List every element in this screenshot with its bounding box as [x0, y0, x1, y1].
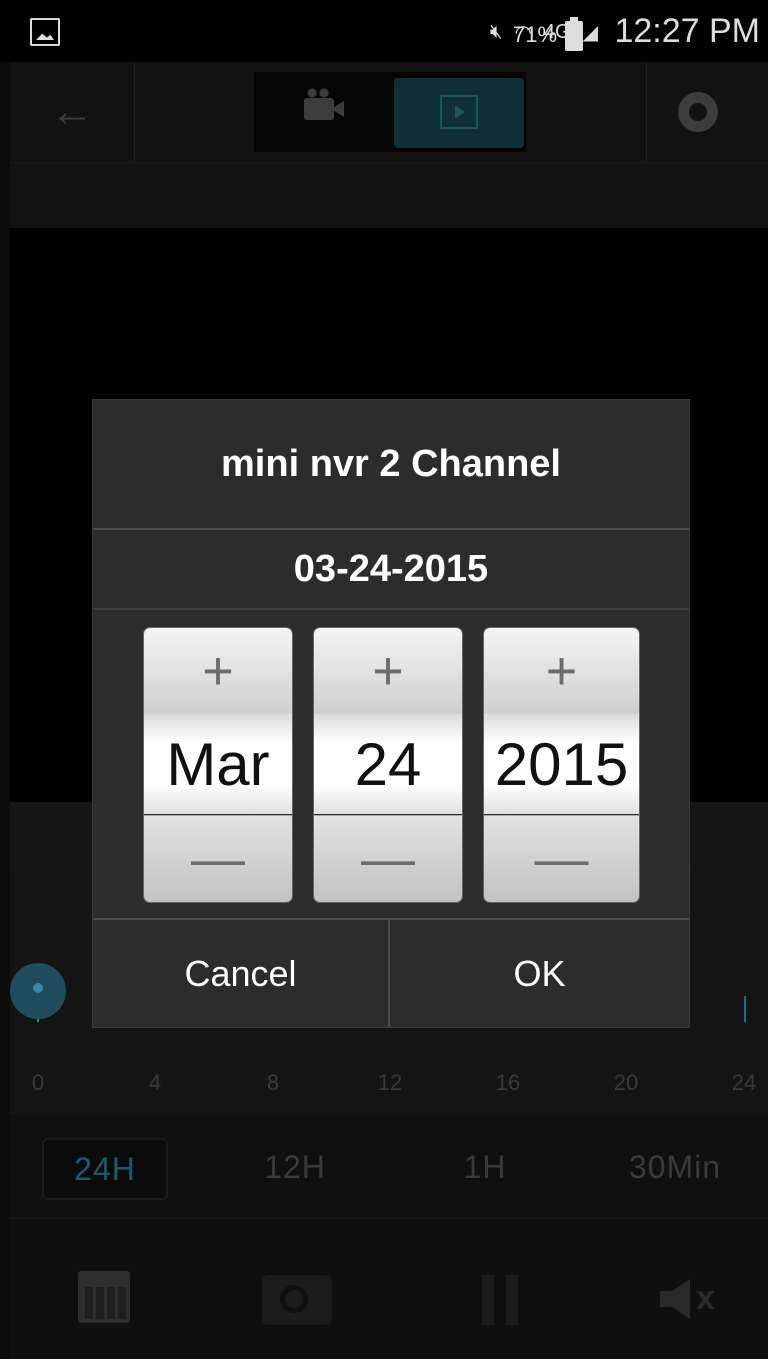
pause-icon[interactable] — [480, 1275, 520, 1325]
live-view-tab[interactable] — [254, 72, 390, 152]
hour-label: 24 — [731, 1070, 757, 1095]
mute-status-icon: 🔇︎ — [489, 20, 503, 43]
timeline-hour-labels: 0 4 8 12 16 20 24 — [10, 1070, 768, 1100]
hour-label: 0 — [31, 1070, 45, 1095]
date-picker-dialog: mini nvr 2 Channel 03-24-2015 + Mar — + … — [93, 400, 689, 1027]
day-increment-button[interactable]: + — [314, 628, 462, 715]
hour-label: 16 — [495, 1070, 521, 1095]
calendar-icon[interactable] — [78, 1271, 130, 1323]
playback-tab[interactable] — [394, 78, 524, 148]
dialog-button-row: Cancel OK — [93, 918, 689, 1027]
time-range-bar: 24H 12H 1H 30Min — [10, 1114, 768, 1219]
year-picker: + 2015 — — [484, 628, 639, 902]
ok-button[interactable]: OK — [391, 920, 688, 1027]
range-30min-button[interactable]: 30Min — [600, 1138, 750, 1196]
hour-label: 12 — [377, 1070, 403, 1095]
mute-icon[interactable]: x — [660, 1271, 724, 1327]
year-decrement-button[interactable]: — — [484, 815, 639, 902]
month-decrement-button[interactable]: — — [144, 815, 292, 902]
month-increment-button[interactable]: + — [144, 628, 292, 715]
hour-label: 20 — [613, 1070, 639, 1095]
year-value[interactable]: 2015 — [484, 714, 639, 814]
month-value[interactable]: Mar — [144, 714, 292, 814]
toolbar-divider — [134, 62, 135, 162]
gallery-notification-icon — [30, 18, 60, 46]
status-bar: 🔇︎ ◠ 4G ◢ 71% 12:27 PM — [0, 0, 768, 62]
clock: 12:27 PM — [614, 12, 760, 50]
film-playback-icon — [440, 95, 478, 129]
channel-bar — [10, 163, 768, 228]
day-picker: + 24 — — [314, 628, 462, 902]
signal-icon: ◢ — [582, 21, 598, 44]
hour-label: 8 — [266, 1070, 280, 1095]
video-camera-icon — [304, 88, 334, 120]
day-decrement-button[interactable]: — — [314, 815, 462, 902]
timeline-end-marker — [744, 996, 746, 1022]
selected-date: 03-24-2015 — [93, 530, 689, 610]
top-toolbar: ← — [10, 62, 768, 163]
range-24h-button[interactable]: 24H — [42, 1138, 168, 1200]
gear-icon[interactable] — [678, 92, 718, 132]
back-arrow-icon[interactable]: ← — [50, 90, 94, 134]
range-1h-button[interactable]: 1H — [430, 1138, 540, 1196]
battery-icon — [565, 17, 583, 51]
dialog-title: mini nvr 2 Channel — [93, 400, 689, 530]
battery-percent: 71% — [513, 22, 558, 47]
bottom-action-bar: x — [10, 1219, 768, 1359]
hour-label: 4 — [148, 1070, 162, 1095]
day-value[interactable]: 24 — [314, 714, 462, 814]
year-increment-button[interactable]: + — [484, 628, 639, 715]
range-12h-button[interactable]: 12H — [230, 1138, 360, 1196]
month-picker: + Mar — — [144, 628, 292, 902]
snapshot-camera-icon[interactable] — [262, 1275, 332, 1325]
cancel-button[interactable]: Cancel — [93, 920, 390, 1027]
toolbar-divider — [646, 62, 647, 162]
mode-segmented-control — [254, 72, 526, 152]
timeline-scrubber-handle[interactable] — [10, 963, 66, 1019]
